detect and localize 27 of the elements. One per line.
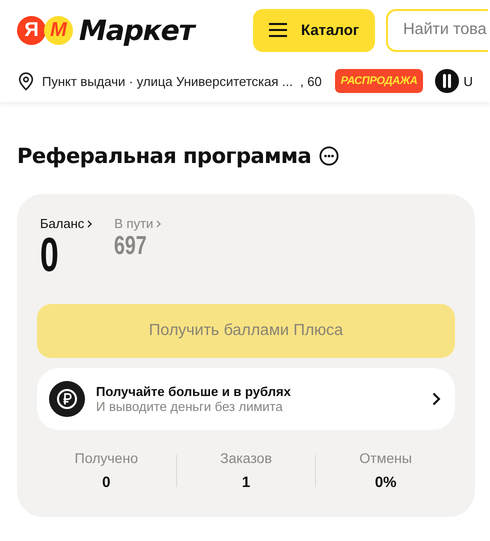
chevron-right-icon <box>432 392 441 406</box>
catalog-button[interactable]: Каталог <box>253 8 376 52</box>
pickup-address[interactable]: Пункт выдачи · улица Университетская ... , 60 <box>42 74 322 88</box>
chevron-right-icon <box>156 220 162 228</box>
more-icon[interactable] <box>319 146 340 166</box>
chevron-right-icon <box>87 220 92 228</box>
stat-label: Получено <box>74 450 138 466</box>
balance-value: 697 <box>114 231 147 259</box>
stat-value: 0 <box>102 474 110 491</box>
partner-logo-icon[interactable] <box>435 69 460 93</box>
logo-wordmark[interactable]: Маркет <box>79 14 194 46</box>
promo-subtitle: И выводите деньги без лимита <box>96 399 284 414</box>
stat-label: Отмены <box>359 450 412 466</box>
location-pin-icon <box>18 72 34 90</box>
balance-value: 0 <box>40 231 60 281</box>
promo-banner[interactable]: Получайте больше и в рублях И выводите деньги без лимита <box>37 368 455 430</box>
menu-icon <box>269 23 287 37</box>
balance-label[interactable]: Баланс <box>40 216 92 231</box>
ruble-coin-icon <box>49 381 85 417</box>
stat-label: Заказов <box>220 450 272 466</box>
stat-value: 0% <box>374 474 397 491</box>
partner-label[interactable]: U <box>463 74 473 88</box>
logo-ya-badge[interactable]: Я <box>17 16 46 44</box>
page-title: Реферальная программа <box>17 144 312 168</box>
search-field[interactable]: Найти това <box>386 8 488 52</box>
stat-value: 1 <box>242 474 250 491</box>
promo-title: Получайте больше и в рублях <box>96 384 292 399</box>
